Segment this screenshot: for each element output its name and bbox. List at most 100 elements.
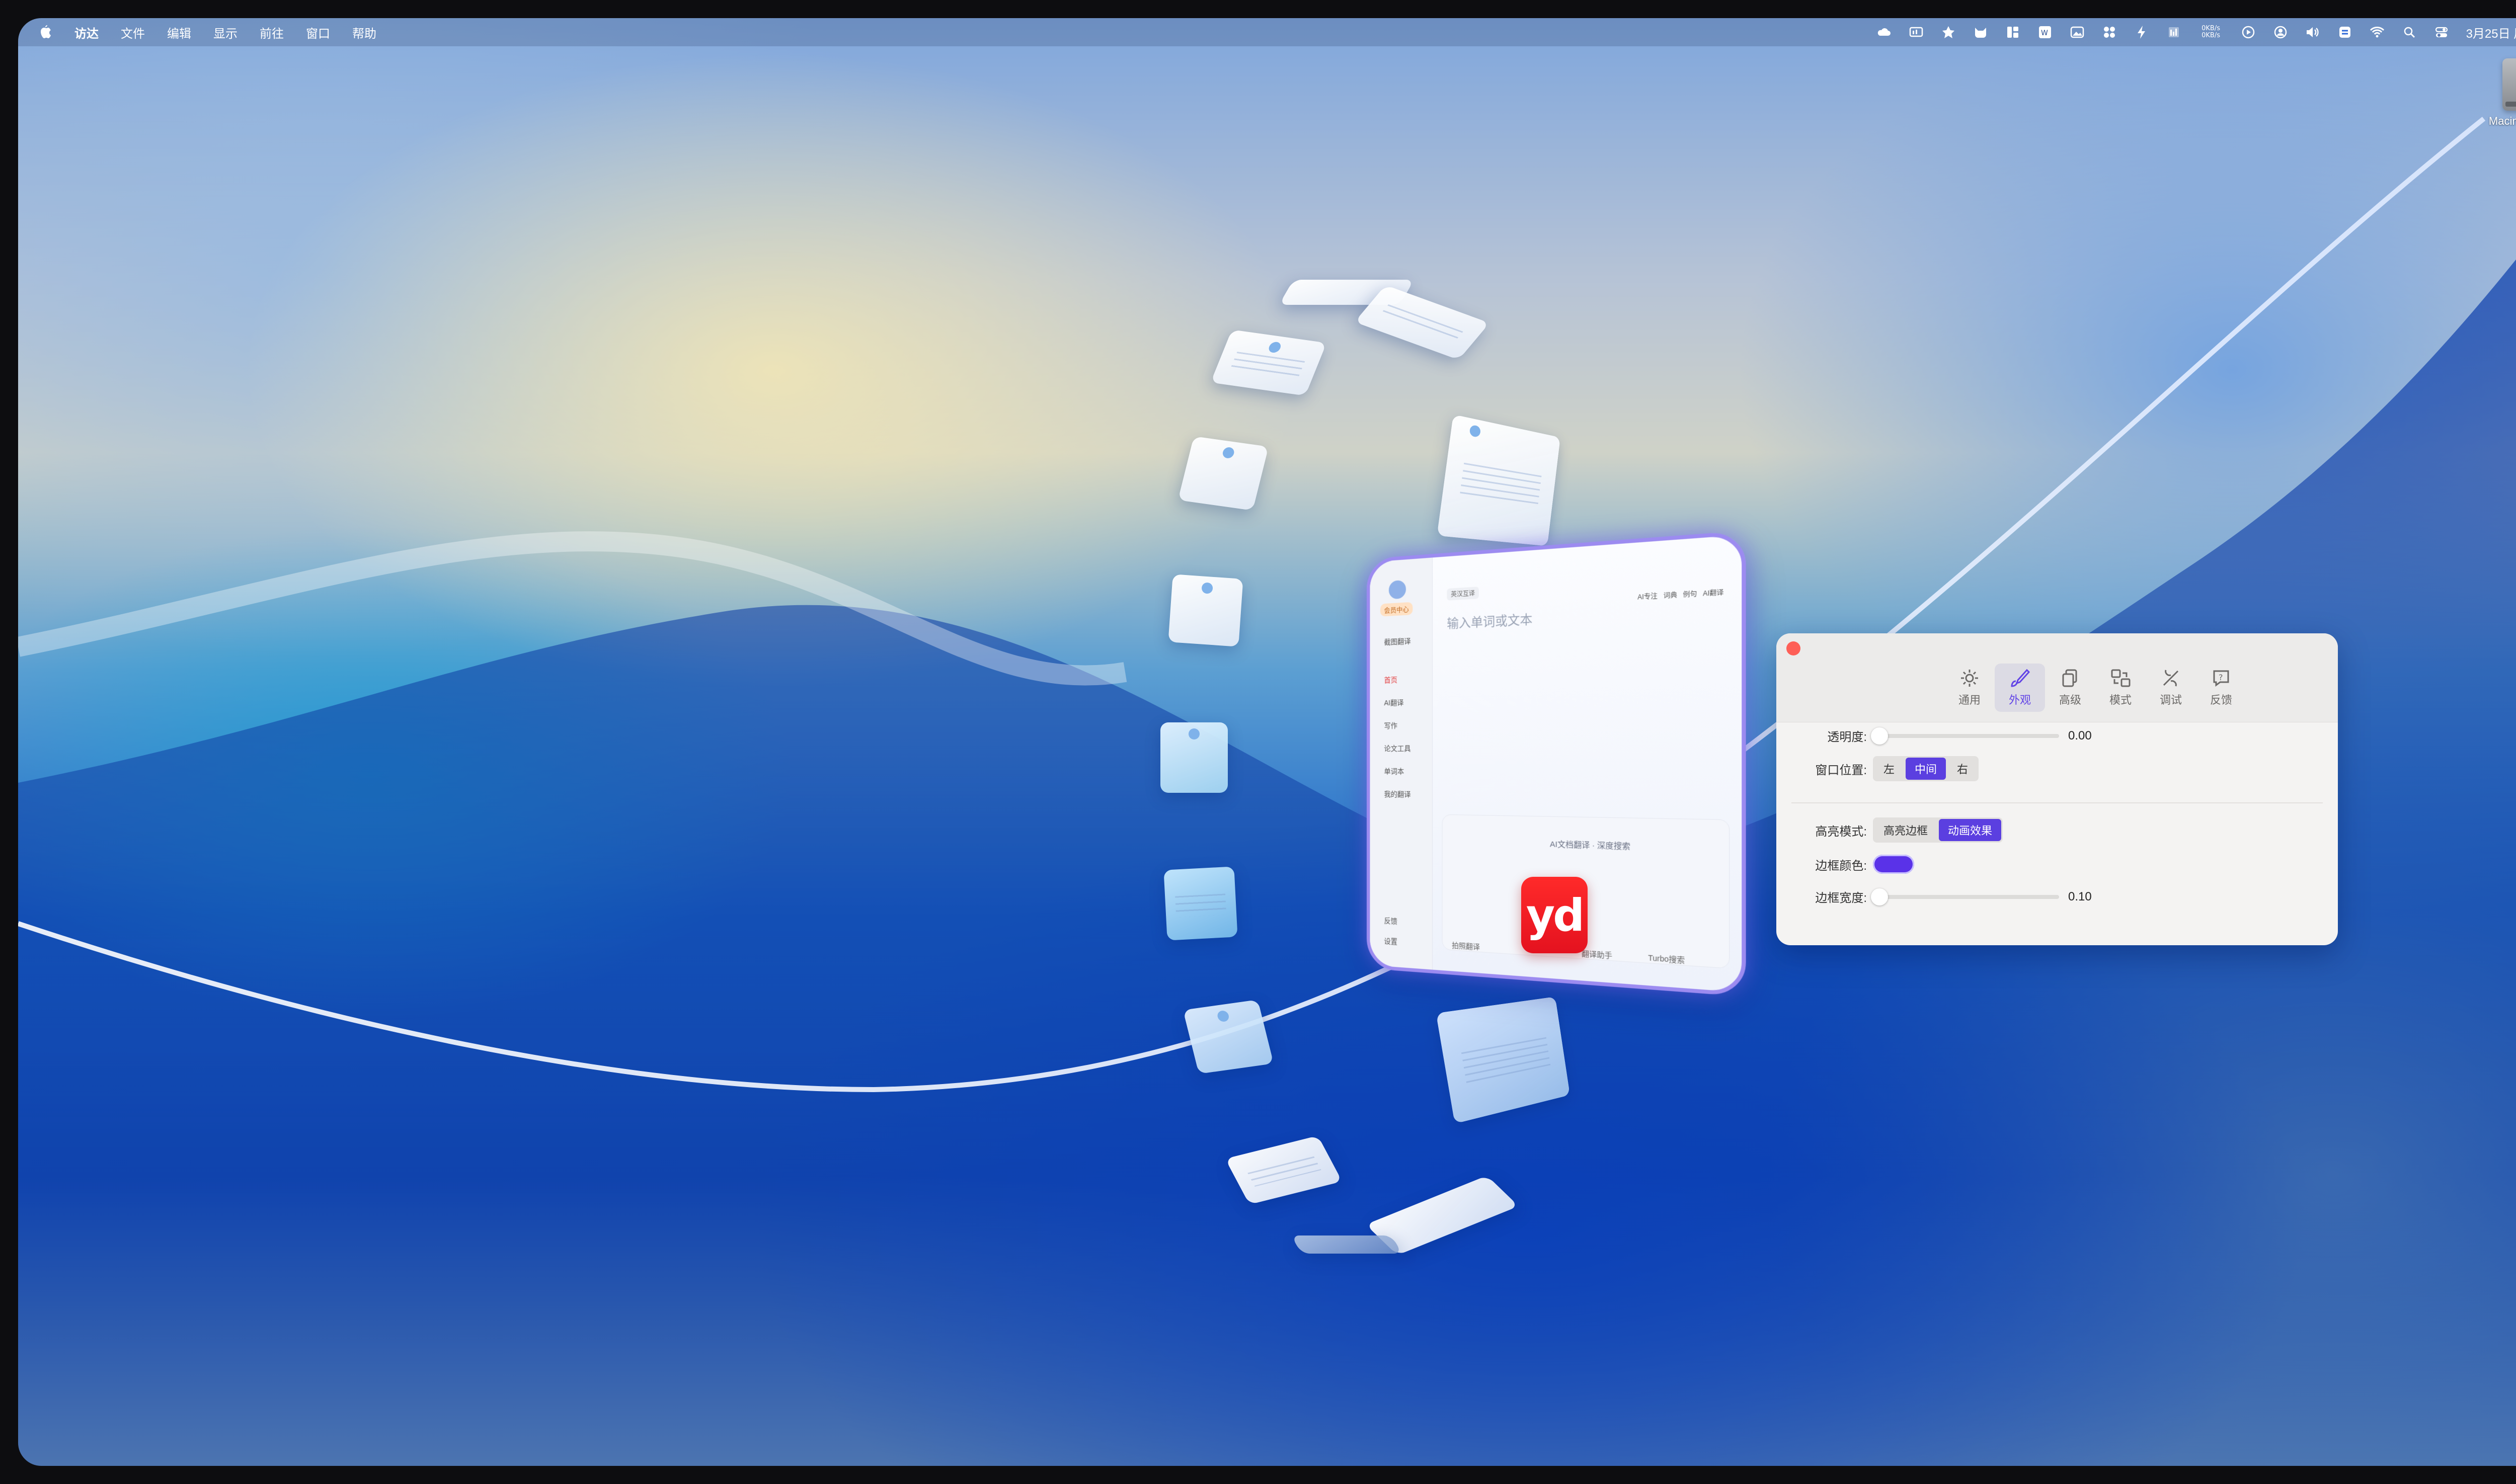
tab-label: 外观 <box>2008 694 2031 706</box>
menu-bar: 访达 文件 编辑 显示 前往 窗口 帮助 W 0KB/s 0KB/s 3月25日 <box>18 18 2516 46</box>
display-bezel: 访达 文件 编辑 显示 前往 窗口 帮助 W 0KB/s 0KB/s 3月25日… <box>0 0 2516 1484</box>
opacity-slider[interactable] <box>1871 727 2059 745</box>
wallet-icon[interactable] <box>2337 25 2352 40</box>
border-color-label: 边框颜色: <box>1815 859 1867 873</box>
menu-go[interactable]: 前往 <box>260 24 284 41</box>
top-button[interactable]: 例句 <box>1683 589 1697 600</box>
sidebar-item-home[interactable]: 首页 <box>1384 675 1397 685</box>
menu-clock[interactable]: 3月25日 周三 13:46 <box>2466 24 2516 41</box>
animation-effect-button[interactable]: 动画效果 <box>1939 819 2002 841</box>
apple-menu-icon[interactable] <box>38 25 52 40</box>
language-selector[interactable]: 英汉互译 <box>1447 587 1479 601</box>
menu-window[interactable]: 窗口 <box>306 24 330 41</box>
sidebar-item-paper[interactable]: 论文工具 <box>1384 743 1411 754</box>
tools-icon <box>2163 670 2179 687</box>
tab-label: 高级 <box>2059 694 2081 706</box>
grid-icon[interactable] <box>2005 25 2020 40</box>
menu-app-name[interactable]: 访达 <box>74 24 99 41</box>
window-card[interactable] <box>1177 436 1269 511</box>
member-badge[interactable]: 会员中心 <box>1380 602 1413 617</box>
border-width-slider[interactable] <box>1871 888 2059 905</box>
window-card[interactable] <box>1160 722 1228 793</box>
footer-turbo[interactable]: Turbo搜索 <box>1648 952 1685 966</box>
search-icon[interactable] <box>2402 25 2417 40</box>
meter-icon[interactable] <box>2166 25 2181 40</box>
top-buttons: AI专注 词典 例句 AI翻译 <box>1637 588 1723 602</box>
app-sidebar: 会员中心 截图翻译 首页 AI翻译 写作 论文工具 单词本 我的翻译 反馈 设置 <box>1370 557 1433 970</box>
opacity-slider-knob[interactable] <box>1871 727 1888 745</box>
screen-icon[interactable] <box>1909 25 1924 40</box>
desktop: 访达 文件 编辑 显示 前往 窗口 帮助 W 0KB/s 0KB/s 3月25日… <box>18 18 2516 1466</box>
window-card[interactable] <box>1163 866 1238 941</box>
tab-general[interactable]: 通用 <box>1944 664 1995 712</box>
ai-hint[interactable]: AI文档翻译 · 深度搜索 <box>1550 838 1630 852</box>
highlight-mode-label: 高亮模式: <box>1815 825 1867 839</box>
cat-icon[interactable] <box>1973 25 1988 40</box>
photo-icon[interactable] <box>2070 25 2085 40</box>
tab-debug[interactable]: 调试 <box>2146 664 2196 712</box>
highlight-border-button[interactable]: 高亮边框 <box>1874 819 1937 841</box>
border-color-swatch[interactable] <box>1873 855 1914 874</box>
feedback-icon: ? <box>2213 670 2229 687</box>
settings-window: 通用 外观 高级 模式 调试 ? 反馈 透明度: 0.00 窗口位置: 左 中间… <box>1776 633 2338 945</box>
border-width-label: 边框宽度: <box>1815 891 1867 905</box>
position-right-button[interactable]: 右 <box>1948 758 1977 780</box>
top-button[interactable]: AI翻译 <box>1703 588 1724 598</box>
position-center-button[interactable]: 中间 <box>1906 758 1946 780</box>
sidebar-item-ai[interactable]: AI翻译 <box>1384 697 1404 708</box>
tab-mode[interactable]: 模式 <box>2095 664 2146 712</box>
window-card[interactable] <box>1168 574 1243 647</box>
sidebar-item-feedback[interactable]: 反馈 <box>1384 916 1397 927</box>
position-left-button[interactable]: 左 <box>1874 758 1904 780</box>
menu-edit[interactable]: 编辑 <box>167 24 191 41</box>
border-width-slider-knob[interactable] <box>1871 888 1888 905</box>
close-button[interactable] <box>1786 641 1800 655</box>
tab-label: 通用 <box>1958 694 1981 706</box>
menu-file[interactable]: 文件 <box>121 24 145 41</box>
word-icon[interactable]: W <box>2037 25 2053 40</box>
menu-help[interactable]: 帮助 <box>352 24 376 41</box>
window-card[interactable] <box>1437 414 1560 546</box>
window-card[interactable] <box>1291 1235 1402 1254</box>
footer-assistant[interactable]: 翻译助手 <box>1582 948 1612 961</box>
menu-view[interactable]: 显示 <box>213 24 238 41</box>
section-divider <box>1791 802 2323 803</box>
svg-text:?: ? <box>2219 673 2223 682</box>
copy-icon <box>2062 669 2077 687</box>
sidebar-item-my-translations[interactable]: 我的翻译 <box>1384 789 1411 799</box>
opacity-row: 透明度: 0.00 <box>1776 727 2092 745</box>
tab-feedback[interactable]: ? 反馈 <box>2196 664 2246 712</box>
volume-icon[interactable] <box>2305 25 2320 40</box>
translate-input[interactable]: 输入单词或文本 <box>1447 609 1532 631</box>
control-center-icon[interactable] <box>2434 25 2449 40</box>
footer-photo-translate[interactable]: 拍照翻译 <box>1452 940 1480 952</box>
tab-label: 模式 <box>2109 694 2132 706</box>
app-icon[interactable] <box>1941 25 1956 40</box>
sidebar-item-screenshot[interactable]: 截图翻译 <box>1384 636 1411 647</box>
window-card[interactable] <box>1183 1000 1274 1074</box>
window-position-label: 窗口位置: <box>1815 763 1867 777</box>
opacity-value: 0.00 <box>2068 728 2092 743</box>
cloud-icon[interactable] <box>1876 25 1892 40</box>
sidebar-item-wordbook[interactable]: 单词本 <box>1384 766 1404 776</box>
record-icon[interactable] <box>2241 25 2256 40</box>
user-icon[interactable] <box>2273 25 2288 40</box>
sidebar-item-writing[interactable]: 写作 <box>1384 720 1397 731</box>
highlight-mode-segmented: 高亮边框 动画效果 <box>1873 817 2003 843</box>
top-button[interactable]: AI专注 <box>1637 591 1658 602</box>
macintosh-hd-icon[interactable]: Macintosh HD <box>2481 58 2516 128</box>
avatar[interactable] <box>1388 580 1406 600</box>
border-width-value: 0.10 <box>2068 889 2092 903</box>
bolt-icon[interactable] <box>2134 25 2149 40</box>
top-button[interactable]: 词典 <box>1663 590 1677 600</box>
opacity-label: 透明度: <box>1827 730 1867 744</box>
wifi-icon[interactable] <box>2370 25 2385 40</box>
gear-icon <box>1961 670 1978 687</box>
net-up-value: 0KB/s <box>2202 25 2220 32</box>
tab-appearance[interactable]: 外观 <box>1995 664 2045 712</box>
tab-advanced[interactable]: 高级 <box>2045 664 2095 712</box>
youdao-logo-icon: yd <box>1521 877 1588 953</box>
network-speed[interactable]: 0KB/s 0KB/s <box>2198 25 2224 40</box>
command-icon[interactable] <box>2102 25 2117 40</box>
sidebar-item-settings[interactable]: 设置 <box>1384 936 1397 947</box>
